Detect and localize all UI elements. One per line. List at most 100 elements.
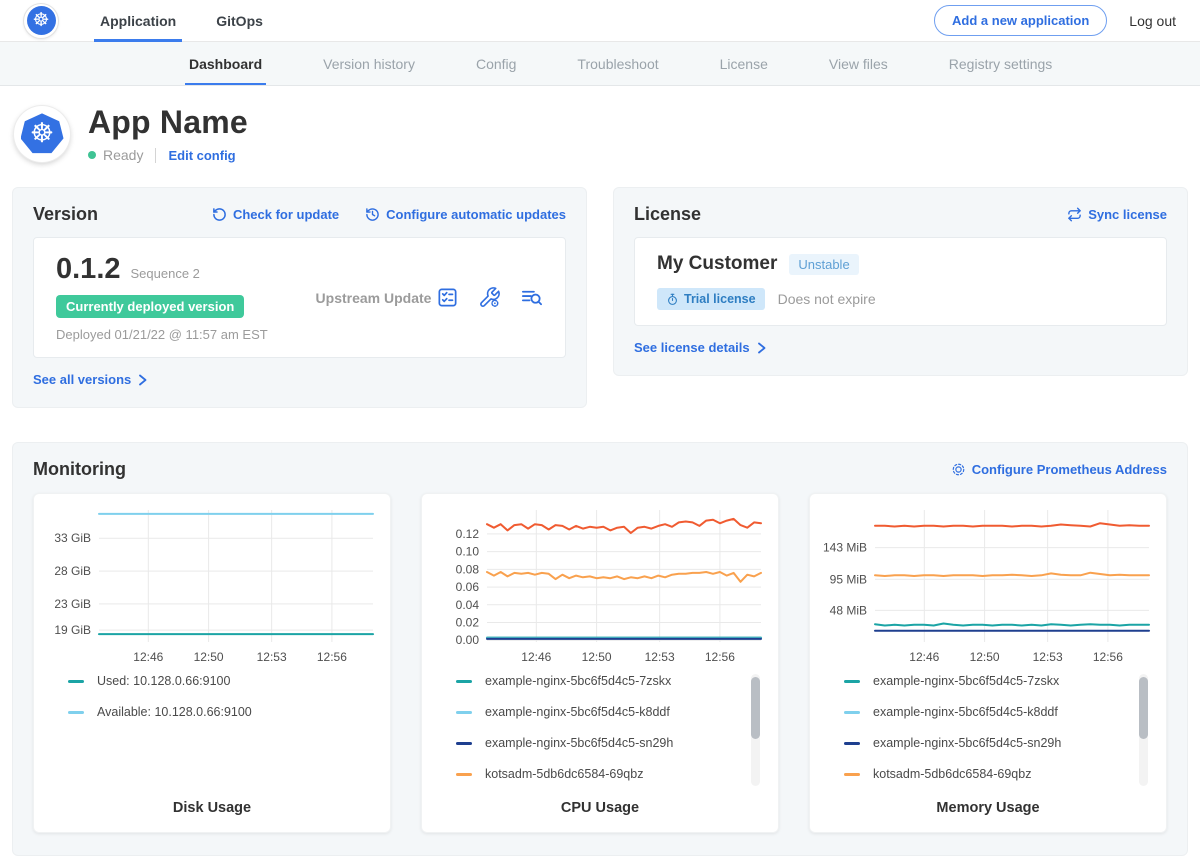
customer-name: My Customer — [657, 253, 777, 275]
sync-license-label: Sync license — [1088, 207, 1167, 222]
tab-application[interactable]: Application — [94, 0, 182, 41]
chart-title: Disk Usage — [42, 790, 382, 816]
license-card: License Sync license My Customer Unstabl… — [613, 187, 1188, 376]
svg-text:0.06: 0.06 — [456, 580, 480, 594]
kubernetes-logo[interactable]: ☸ — [24, 4, 58, 38]
legend-label: example-nginx-5bc6f5d4c5-k8ddf — [485, 705, 670, 719]
svg-text:12:46: 12:46 — [909, 650, 939, 664]
check-for-update-label: Check for update — [233, 207, 339, 222]
legend-label: kotsadm-5db6dc6584-69qbz — [485, 767, 643, 781]
legend-item: example-nginx-5bc6f5d4c5-k8ddf — [844, 705, 1158, 719]
svg-text:12:50: 12:50 — [582, 650, 612, 664]
legend-swatch — [844, 773, 860, 776]
app-subnav: Dashboard Version history Config Troublesho… — [0, 42, 1200, 86]
svg-text:0.08: 0.08 — [456, 562, 480, 576]
legend-item: example-nginx-5bc6f5d4c5-7zskx — [456, 674, 770, 688]
memory-usage-chart-card: 12:4612:5012:5312:56143 MiB95 MiB48 MiB … — [809, 493, 1167, 833]
legend-swatch — [68, 711, 84, 714]
subnav-tab-registry-settings[interactable]: Registry settings — [945, 42, 1056, 85]
license-summary: My Customer Unstable Trial license Does … — [634, 237, 1167, 326]
legend-swatch — [456, 773, 472, 776]
svg-text:23 GiB: 23 GiB — [54, 597, 91, 611]
legend-swatch — [456, 742, 472, 745]
memory-usage-chart: 12:4612:5012:5312:56143 MiB95 MiB48 MiB — [819, 502, 1157, 668]
version-number: 0.1.2 — [56, 253, 121, 286]
edit-config-icon[interactable] — [478, 286, 501, 309]
refresh-icon — [212, 207, 227, 222]
deploy-logs-icon[interactable] — [520, 286, 543, 309]
app-icon: ☸ — [14, 106, 70, 162]
cpu-usage-chart-card: 12:4612:5012:5312:560.120.100.080.060.04… — [421, 493, 779, 833]
kubernetes-heptagon-icon: ☸ — [21, 113, 64, 154]
channel-badge: Unstable — [789, 254, 858, 275]
svg-text:12:50: 12:50 — [194, 650, 224, 664]
see-license-details-link[interactable]: See license details — [634, 340, 767, 355]
license-type-badge: Trial license — [657, 288, 765, 310]
version-summary: 0.1.2 Sequence 2 Currently deployed vers… — [33, 237, 566, 358]
legend-scrollbar[interactable] — [1139, 674, 1148, 786]
svg-text:0.12: 0.12 — [456, 527, 480, 541]
svg-text:33 GiB: 33 GiB — [54, 531, 91, 545]
app-status: Ready — [103, 147, 143, 163]
sync-icon — [1067, 207, 1082, 222]
legend-label: example-nginx-5bc6f5d4c5-7zskx — [873, 674, 1059, 688]
legend-swatch — [68, 680, 84, 683]
disk-usage-legend: Used: 10.128.0.66:9100Available: 10.128.… — [68, 674, 382, 790]
logout-link[interactable]: Log out — [1129, 13, 1176, 29]
add-application-button[interactable]: Add a new application — [934, 5, 1107, 36]
configure-prometheus-label: Configure Prometheus Address — [972, 462, 1167, 477]
legend-item: example-nginx-5bc6f5d4c5-sn29h — [456, 736, 770, 750]
scrollbar-thumb[interactable] — [751, 677, 760, 739]
monitoring-card: Monitoring Configure Prometheus Address … — [12, 442, 1188, 856]
svg-text:28 GiB: 28 GiB — [54, 564, 91, 578]
legend-swatch — [844, 742, 860, 745]
configure-automatic-updates-link[interactable]: Configure automatic updates — [365, 207, 566, 222]
kubernetes-wheel-glyph: ☸ — [32, 11, 49, 30]
tab-gitops[interactable]: GitOps — [210, 0, 269, 41]
subnav-tab-troubleshoot[interactable]: Troubleshoot — [573, 42, 662, 85]
subnav-tab-view-files[interactable]: View files — [825, 42, 892, 85]
monitoring-title: Monitoring — [33, 459, 126, 480]
tab-application-label: Application — [100, 13, 176, 29]
sync-license-link[interactable]: Sync license — [1067, 207, 1167, 222]
svg-text:0.10: 0.10 — [456, 545, 480, 559]
see-all-versions-link[interactable]: See all versions — [33, 372, 148, 387]
disk-usage-chart: 12:4612:5012:5312:5633 GiB28 GiB23 GiB19… — [43, 502, 381, 668]
svg-text:143 MiB: 143 MiB — [823, 541, 867, 555]
divider — [155, 148, 156, 163]
top-nav: ☸ Application GitOps Add a new applicati… — [0, 0, 1200, 42]
cpu-usage-legend: example-nginx-5bc6f5d4c5-7zskx example-ng… — [456, 674, 770, 790]
top-nav-tabs: Application GitOps — [94, 0, 297, 41]
preflight-checks-icon[interactable] — [436, 286, 459, 309]
svg-text:95 MiB: 95 MiB — [830, 572, 867, 586]
summary-cards-row: Version Check for update Configure autom… — [0, 185, 1200, 408]
license-expiry: Does not expire — [778, 291, 876, 307]
cpu-usage-chart: 12:4612:5012:5312:560.120.100.080.060.04… — [431, 502, 769, 668]
version-card-title: Version — [33, 204, 98, 225]
legend-swatch — [456, 711, 472, 714]
page-title: App Name — [88, 104, 248, 141]
license-type-label: Trial license — [684, 292, 756, 306]
app-header: ☸ App Name Ready Edit config — [0, 86, 1200, 185]
edit-config-link[interactable]: Edit config — [168, 148, 235, 163]
legend-label: example-nginx-5bc6f5d4c5-7zskx — [485, 674, 671, 688]
check-for-update-link[interactable]: Check for update — [212, 207, 339, 222]
subnav-tab-version-history[interactable]: Version history — [319, 42, 419, 85]
svg-text:12:46: 12:46 — [133, 650, 163, 664]
legend-item: kotsadm-5db6dc6584-69qbz — [456, 767, 770, 781]
deployed-timestamp: Deployed 01/21/22 @ 11:57 am EST — [56, 327, 311, 342]
subnav-tab-config[interactable]: Config — [472, 42, 520, 85]
configure-prometheus-link[interactable]: Configure Prometheus Address — [951, 462, 1167, 477]
see-all-versions-label: See all versions — [33, 372, 131, 387]
subnav-tab-dashboard[interactable]: Dashboard — [185, 42, 266, 85]
legend-swatch — [844, 711, 860, 714]
legend-scrollbar[interactable] — [751, 674, 760, 786]
legend-label: example-nginx-5bc6f5d4c5-sn29h — [873, 736, 1061, 750]
legend-item: example-nginx-5bc6f5d4c5-sn29h — [844, 736, 1158, 750]
subnav-tab-license[interactable]: License — [716, 42, 772, 85]
clock-refresh-icon — [365, 207, 380, 222]
svg-text:0.04: 0.04 — [456, 598, 480, 612]
charts-row: 12:4612:5012:5312:5633 GiB28 GiB23 GiB19… — [33, 493, 1167, 833]
scrollbar-thumb[interactable] — [1139, 677, 1148, 739]
kots-admin-console: ☸ Application GitOps Add a new applicati… — [0, 0, 1200, 796]
